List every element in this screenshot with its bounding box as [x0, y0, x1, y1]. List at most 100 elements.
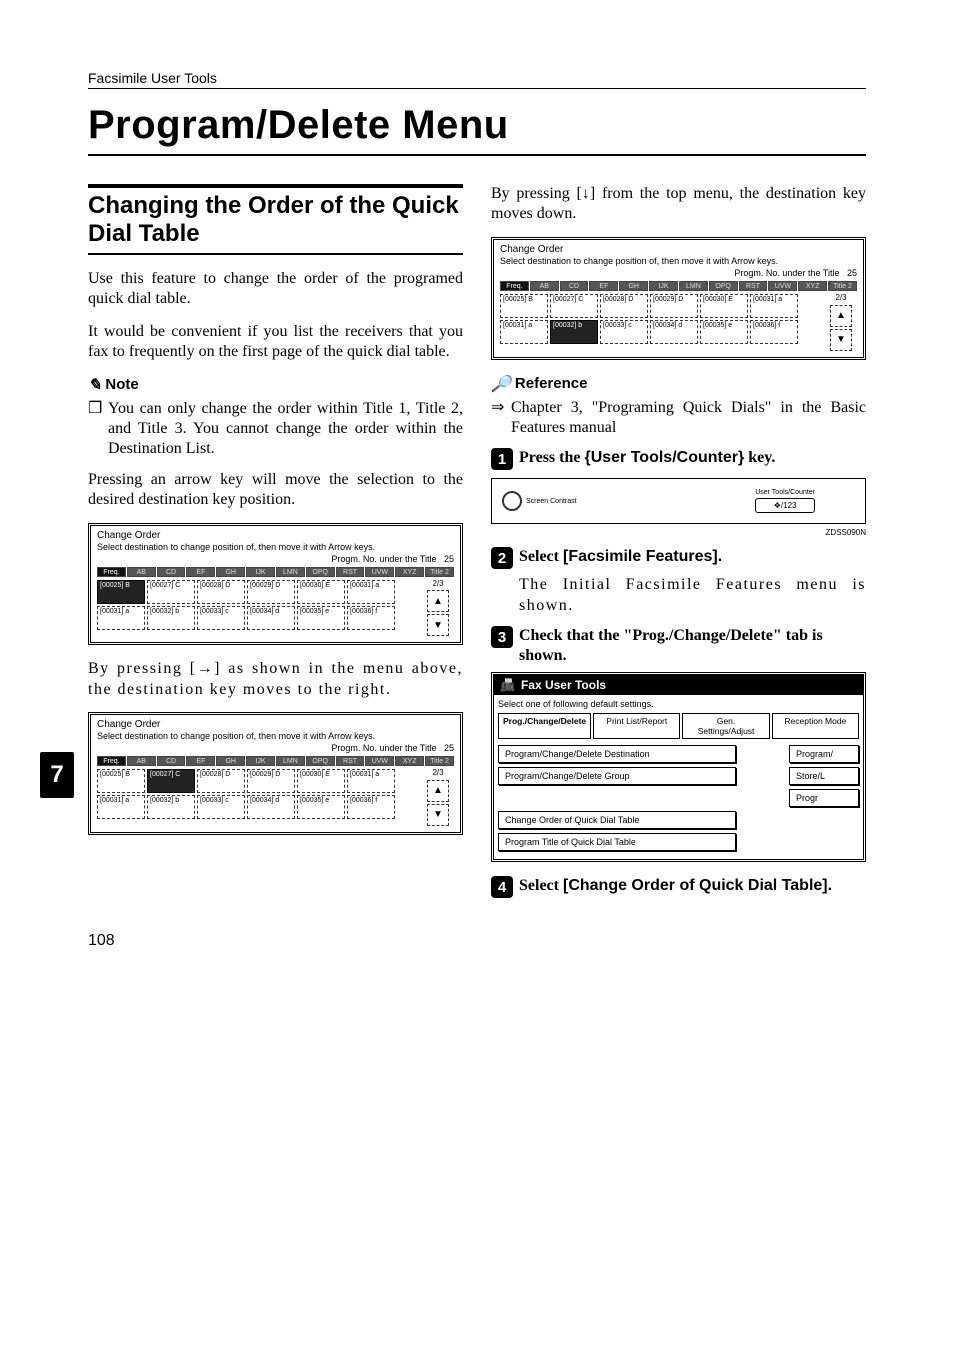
dest-tile[interactable]: [00033] c [197, 795, 245, 819]
down-arrow-button[interactable]: ▼ [427, 614, 449, 636]
tab[interactable]: EF [589, 281, 618, 291]
tab[interactable]: RST [336, 756, 365, 766]
tab[interactable]: XYZ [798, 281, 827, 291]
tab[interactable]: OPQ [306, 756, 335, 766]
tab[interactable]: AB [530, 281, 559, 291]
btn-right-3[interactable]: Progr [789, 789, 859, 807]
tab[interactable]: CD [157, 756, 186, 766]
tab[interactable]: GH [619, 281, 648, 291]
tab-gen-settings[interactable]: Gen. Settings/Adjust [682, 713, 769, 739]
dest-tile[interactable]: [00030] E [297, 580, 345, 604]
dest-tile[interactable]: [00031] a [97, 606, 145, 630]
dest-tile[interactable]: [00029] D [650, 294, 698, 318]
dest-tile[interactable]: [00034] d [247, 795, 295, 819]
tab[interactable]: EF [186, 567, 215, 577]
tab-reception-mode[interactable]: Reception Mode [772, 713, 859, 739]
btn-program-title-qdt[interactable]: Program Title of Quick Dial Table [498, 833, 736, 851]
tab[interactable]: RST [739, 281, 768, 291]
tab[interactable]: LMN [276, 756, 305, 766]
tab[interactable]: AB [127, 567, 156, 577]
dest-tile[interactable]: [00029] D [247, 580, 295, 604]
tab[interactable]: GH [216, 756, 245, 766]
freq-tab[interactable]: Freq. [97, 567, 126, 577]
tab[interactable]: EF [186, 756, 215, 766]
tab[interactable]: OPQ [306, 567, 335, 577]
dest-tile[interactable]: [00036] f [347, 795, 395, 819]
up-arrow-button[interactable]: ▲ [427, 780, 449, 802]
dest-tile[interactable]: [00027] C [147, 769, 195, 793]
btn-right-1[interactable]: Program/ [789, 745, 859, 763]
tab[interactable]: CD [560, 281, 589, 291]
dest-tile[interactable]: [00025] B [500, 294, 548, 318]
step-number: 2 [491, 547, 513, 569]
dest-tile[interactable]: [00035] e [297, 795, 345, 819]
dest-tile[interactable]: [00036] f [750, 320, 798, 344]
tab[interactable]: OPQ [709, 281, 738, 291]
paragraph: By pressing [↓] from the top menu, the d… [491, 184, 866, 225]
tab[interactable]: Title 2 [425, 756, 454, 766]
dest-tile[interactable]: [00032] b [550, 320, 598, 344]
dest-tile[interactable]: [00033] c [600, 320, 648, 344]
tab[interactable]: LMN [276, 567, 305, 577]
dest-tile[interactable]: [00027] C [550, 294, 598, 318]
dest-tile[interactable]: [00032] b [147, 606, 195, 630]
dest-tile[interactable]: [00025] B [97, 580, 145, 604]
up-arrow-button[interactable]: ▲ [830, 305, 852, 327]
paragraph: By pressing [→] as shown in the menu abo… [88, 659, 463, 700]
tab[interactable]: XYZ [395, 756, 424, 766]
up-arrow-button[interactable]: ▲ [427, 590, 449, 612]
tab[interactable]: GH [216, 567, 245, 577]
dest-tile[interactable]: [00028] D [197, 769, 245, 793]
down-arrow-button[interactable]: ▼ [427, 804, 449, 826]
dest-tile[interactable]: [00030] E [700, 294, 748, 318]
paragraph: Use this feature to change the order of … [88, 269, 463, 310]
dest-tile[interactable]: [00031] a [97, 795, 145, 819]
dest-tile[interactable]: [00028] D [600, 294, 648, 318]
btn-change-order-qdt[interactable]: Change Order of Quick Dial Table [498, 811, 736, 829]
dest-tile[interactable]: [00031] a [347, 769, 395, 793]
tab[interactable]: XYZ [395, 567, 424, 577]
tab[interactable]: Title 2 [828, 281, 857, 291]
dest-tile[interactable]: [00030] E [297, 769, 345, 793]
dest-tile[interactable]: [00029] D [247, 769, 295, 793]
dest-tile[interactable]: [00034] d [650, 320, 698, 344]
dest-tile[interactable]: [00032] b [147, 795, 195, 819]
freq-tab[interactable]: Freq. [97, 756, 126, 766]
note-label: Note [105, 376, 138, 393]
dest-tile[interactable]: [00031] a [750, 294, 798, 318]
tab[interactable]: CD [157, 567, 186, 577]
tab[interactable]: RST [336, 567, 365, 577]
dest-tile[interactable]: [00028] D [197, 580, 245, 604]
freq-tab[interactable]: Freq. [500, 281, 529, 291]
dest-tile[interactable]: [00033] c [197, 606, 245, 630]
down-arrow-button[interactable]: ▼ [830, 329, 852, 351]
step-4: 4 Select [Change Order of Quick Dial Tab… [491, 876, 866, 898]
dest-tile[interactable]: [00035] e [297, 606, 345, 630]
tab[interactable]: AB [127, 756, 156, 766]
dest-tile[interactable]: [00031] a [347, 580, 395, 604]
tab[interactable]: IJK [246, 567, 275, 577]
dest-tile[interactable]: [00025] B [97, 769, 145, 793]
tab[interactable]: UVW [365, 567, 394, 577]
tab[interactable]: UVW [365, 756, 394, 766]
user-tools-counter-button[interactable]: ❖/123 [755, 498, 815, 513]
change-order-screenshot-3: Change Order Select destination to chang… [491, 237, 866, 360]
btn-right-2[interactable]: Store/L [789, 767, 859, 785]
tab-print-list-report[interactable]: Print List/Report [593, 713, 680, 739]
tab[interactable]: LMN [679, 281, 708, 291]
bullet-mark: ❒ [88, 399, 108, 460]
dlg-tabs: Freq. AB CD EF GH IJK LMN OPQ RST UVW XY… [500, 281, 857, 291]
tab-prog-change-delete[interactable]: Prog./Change/Delete [498, 713, 591, 739]
dest-tile[interactable]: [00035] e [700, 320, 748, 344]
tab[interactable]: UVW [768, 281, 797, 291]
dest-tile[interactable]: [00036] f [347, 606, 395, 630]
btn-pcd-group[interactable]: Program/Change/Delete Group [498, 767, 736, 785]
dest-tile[interactable]: [00027] C [147, 580, 195, 604]
key-name: [Change Order of Quick Dial Table]. [563, 877, 832, 894]
btn-pcd-destination[interactable]: Program/Change/Delete Destination [498, 745, 736, 763]
tab[interactable]: IJK [649, 281, 678, 291]
dest-tile[interactable]: [00034] d [247, 606, 295, 630]
tab[interactable]: IJK [246, 756, 275, 766]
dest-tile[interactable]: [00031] a [500, 320, 548, 344]
tab[interactable]: Title 2 [425, 567, 454, 577]
